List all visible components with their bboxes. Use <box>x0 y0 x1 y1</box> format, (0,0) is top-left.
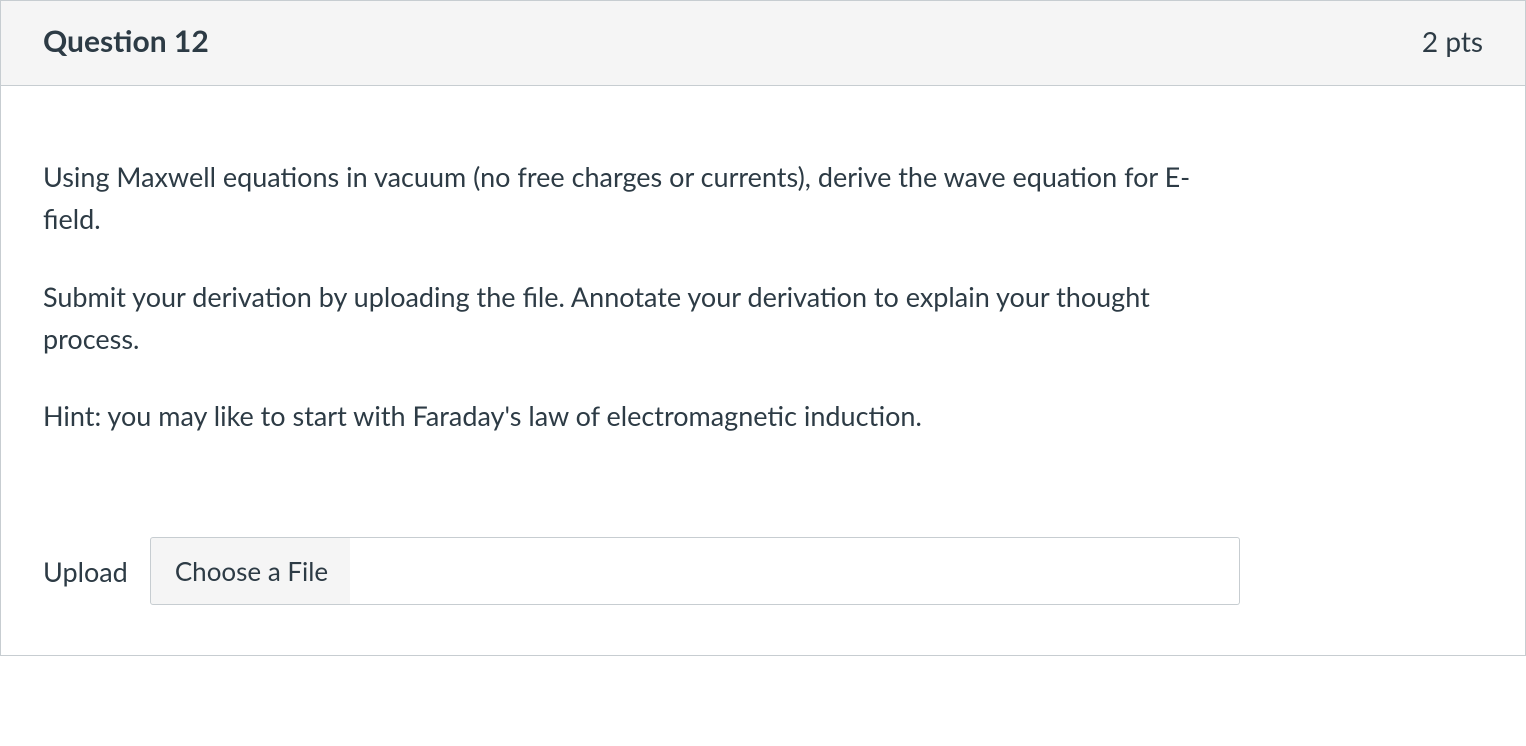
file-input-display[interactable] <box>350 537 1240 605</box>
question-points: 2 pts <box>1422 24 1483 58</box>
question-container: Question 12 2 pts Using Maxwell equation… <box>0 0 1526 656</box>
question-paragraph-1: Using Maxwell equations in vacuum (no fr… <box>43 156 1223 240</box>
question-header: Question 12 2 pts <box>1 1 1525 86</box>
question-text: Using Maxwell equations in vacuum (no fr… <box>43 156 1483 437</box>
question-title: Question 12 <box>43 23 209 59</box>
choose-file-button[interactable]: Choose a File <box>150 537 353 605</box>
question-paragraph-2: Submit your derivation by uploading the … <box>43 276 1223 360</box>
upload-label: Upload <box>43 555 128 588</box>
file-input-row: Choose a File <box>150 537 1240 605</box>
question-paragraph-3: Hint: you may like to start with Faraday… <box>43 395 1223 437</box>
upload-section: Upload Choose a File <box>43 537 1483 605</box>
question-body: Using Maxwell equations in vacuum (no fr… <box>1 86 1525 655</box>
